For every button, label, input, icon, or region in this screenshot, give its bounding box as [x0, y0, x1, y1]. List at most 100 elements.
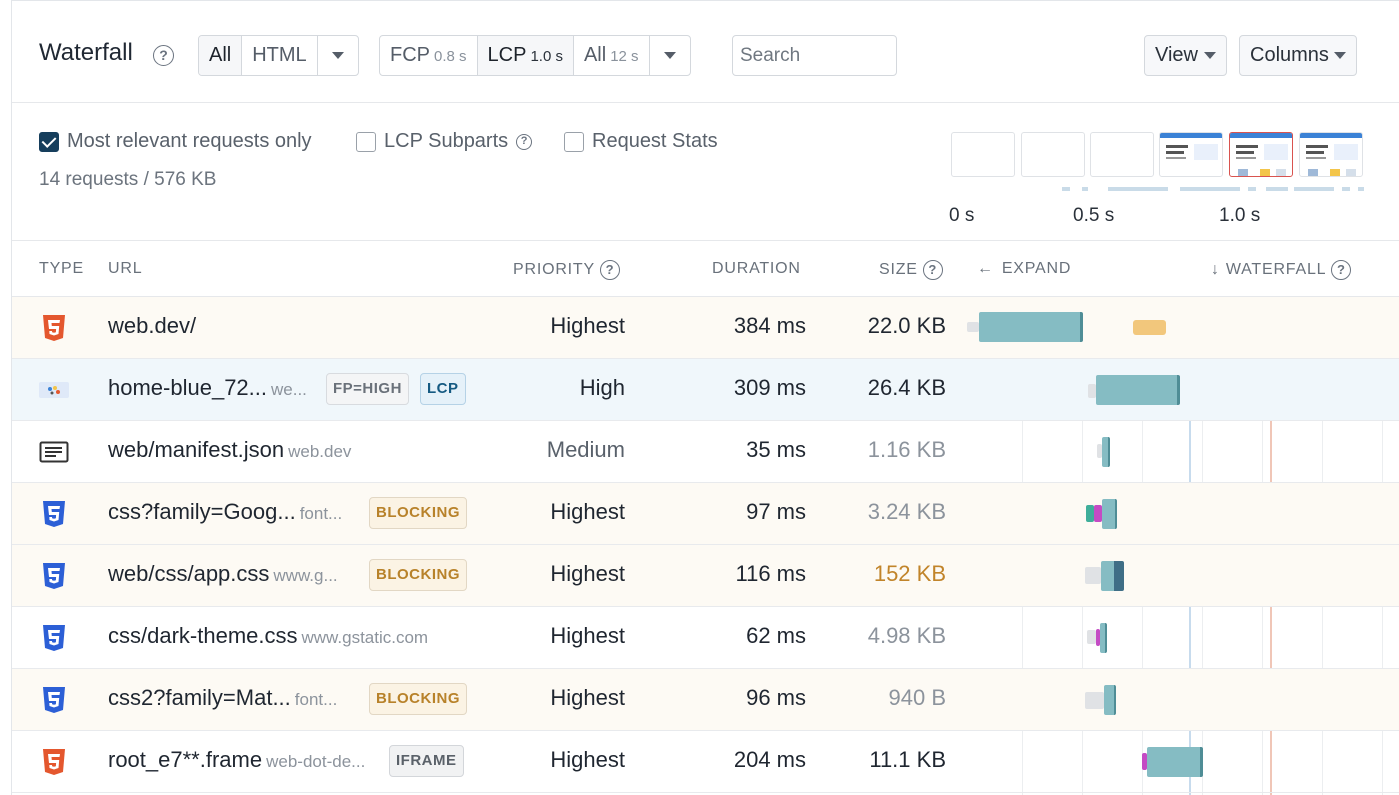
arrow-left-icon: ← [977, 260, 994, 277]
request-duration: 204 ms [733, 747, 806, 772]
request-duration: 96 ms [746, 685, 806, 710]
page-title: Waterfall [39, 39, 133, 66]
fetch-priority-tag: FP=HIGH [326, 373, 409, 405]
filmstrip-frame-blank[interactable] [951, 132, 1015, 177]
waterfall-bars [962, 297, 1399, 795]
question-circle-icon[interactable]: ? [516, 133, 533, 150]
css-file-icon [43, 501, 65, 527]
request-stats-checkbox[interactable]: Request Stats [564, 130, 718, 153]
question-circle-icon[interactable]: ? [153, 45, 174, 66]
filter-all-time[interactable]: All 12 s [574, 36, 650, 75]
column-type[interactable]: TYPE [39, 260, 84, 278]
filmstrip [951, 132, 1366, 180]
image-file-icon [39, 382, 69, 398]
request-duration: 309 ms [733, 375, 806, 400]
request-duration: 35 ms [746, 437, 806, 462]
filter-lcp[interactable]: LCP 1.0 s [477, 36, 574, 75]
request-url[interactable]: root_e7**.frame web-dot-de... [108, 747, 365, 773]
request-duration: 62 ms [746, 623, 806, 648]
expand-button[interactable]: ← EXPAND [977, 260, 1071, 278]
css-file-icon [43, 687, 65, 713]
request-url[interactable]: css?family=Goog... font... [108, 499, 342, 525]
request-url[interactable]: web/manifest.json web.dev [108, 437, 351, 463]
request-priority: Medium [546, 437, 625, 462]
request-size: 152 KB [873, 561, 946, 586]
waterfall-render-bar [1133, 320, 1166, 335]
question-circle-icon[interactable]: ? [1331, 260, 1352, 280]
filter-html[interactable]: HTML [242, 36, 318, 75]
waterfall-wait-bar [1085, 692, 1104, 709]
filmstrip-frame-blank[interactable] [1021, 132, 1085, 177]
blocking-tag: BLOCKING [369, 683, 467, 715]
search-input[interactable] [732, 35, 897, 76]
column-duration[interactable]: DURATION [712, 260, 801, 278]
column-url[interactable]: URL [108, 260, 142, 278]
chevron-down-icon [1334, 52, 1347, 60]
request-priority: High [579, 375, 625, 400]
question-circle-icon[interactable]: ? [599, 260, 620, 280]
request-priority: Highest [550, 747, 625, 772]
request-size: 11.1 KB [869, 747, 946, 772]
css-file-icon [43, 563, 65, 589]
waterfall-download-bar[interactable] [1147, 747, 1203, 777]
blocking-tag: BLOCKING [369, 559, 467, 591]
type-filter-dropdown[interactable] [318, 36, 358, 75]
waterfall-wait-bar [1088, 384, 1096, 398]
request-size: 4.98 KB [867, 623, 946, 648]
request-duration: 97 ms [746, 499, 806, 524]
filmstrip-frame-lcp[interactable] [1229, 132, 1293, 177]
request-url[interactable]: css2?family=Mat... font... [108, 685, 337, 711]
column-waterfall[interactable]: ↓ WATERFALL? [1211, 260, 1352, 280]
most-relevant-checkbox[interactable]: Most relevant requests only [39, 130, 312, 153]
request-summary: 14 requests / 576 KB [39, 169, 217, 190]
checkbox-icon[interactable] [356, 131, 376, 152]
waterfall-download-bar[interactable] [979, 312, 1083, 342]
arrow-down-icon: ↓ [1211, 261, 1220, 278]
waterfall-download-bar[interactable] [1100, 623, 1107, 653]
lcp-subparts-checkbox[interactable]: LCP Subparts ? [356, 130, 533, 153]
request-size: 26.4 KB [867, 375, 946, 400]
timeline-label: 0.5 s [1073, 205, 1115, 226]
timeline-label: 0 s [949, 205, 975, 226]
waterfall-download-bar[interactable] [1101, 561, 1124, 591]
html-file-icon [43, 749, 65, 775]
checkbox-icon[interactable] [564, 131, 584, 152]
waterfall-wait-bar [967, 322, 979, 332]
filter-all[interactable]: All [199, 36, 243, 75]
column-size[interactable]: SIZE? [879, 260, 943, 280]
time-filter-dropdown[interactable] [650, 36, 690, 75]
columns-button[interactable]: Columns [1239, 35, 1358, 76]
waterfall-download-bar[interactable] [1102, 499, 1117, 529]
question-circle-icon[interactable]: ? [922, 260, 943, 280]
waterfall-connect-bar [1086, 505, 1094, 522]
filmstrip-frame-rendered[interactable] [1159, 132, 1223, 177]
view-button[interactable]: View [1144, 35, 1227, 76]
checkbox-checked-icon[interactable] [39, 131, 59, 152]
options-bar: Most relevant requests only LCP Subparts… [12, 103, 1399, 241]
html-file-icon [43, 315, 65, 341]
waterfall-wait-bar [1085, 567, 1101, 584]
chevron-down-icon [331, 52, 344, 60]
request-priority: Highest [550, 623, 625, 648]
request-url[interactable]: web/css/app.css www.g... [108, 561, 338, 587]
filmstrip-frame-blank[interactable] [1090, 132, 1154, 177]
column-priority[interactable]: PRIORITY? [513, 260, 620, 280]
lcp-tag: LCP [420, 373, 466, 405]
waterfall-panel: Waterfall ? All HTML FCP 0.8 s LCP 1.0 s A… [11, 0, 1399, 795]
waterfall-download-bar[interactable] [1102, 437, 1110, 467]
request-size: 3.24 KB [867, 499, 946, 524]
waterfall-download-bar[interactable] [1104, 685, 1116, 715]
time-filter-group: FCP 0.8 s LCP 1.0 s All 12 s [379, 35, 691, 76]
request-duration: 116 ms [735, 561, 806, 586]
filter-fcp[interactable]: FCP 0.8 s [380, 36, 478, 75]
filmstrip-frame-rendered[interactable] [1299, 132, 1363, 177]
request-url[interactable]: css/dark-theme.css www.gstatic.com [108, 623, 428, 649]
timeline-label: 1.0 s [1219, 205, 1261, 226]
request-url[interactable]: home-blue_72... we... [108, 375, 307, 401]
request-url[interactable]: web.dev/ [108, 313, 196, 339]
request-size: 1.16 KB [867, 437, 946, 462]
waterfall-download-bar[interactable] [1096, 375, 1180, 405]
chevron-down-icon [1203, 52, 1216, 60]
json-file-icon [39, 441, 69, 463]
filmstrip-activity-bar [1062, 187, 1367, 191]
